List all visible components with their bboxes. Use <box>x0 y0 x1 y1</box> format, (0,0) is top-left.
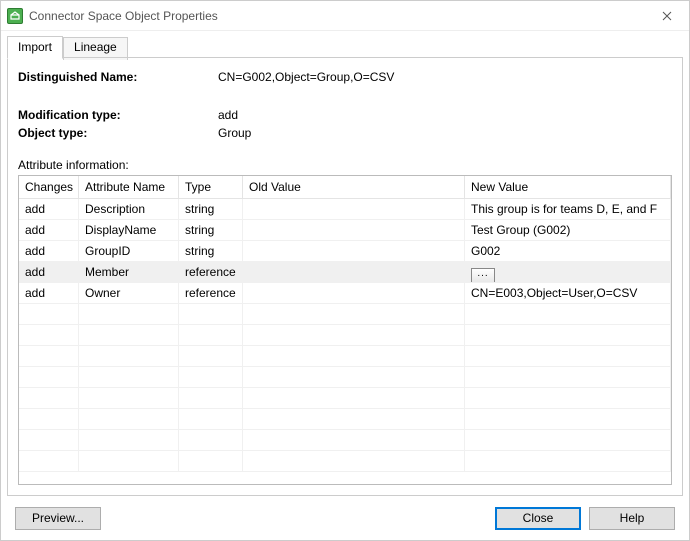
cell-old <box>243 241 465 261</box>
col-changes[interactable]: Changes <box>19 176 79 198</box>
col-oldvalue[interactable]: Old Value <box>243 176 465 198</box>
col-type[interactable]: Type <box>179 176 243 198</box>
cell-name: Owner <box>79 283 179 303</box>
app-icon <box>7 8 23 24</box>
tabstrip: Import Lineage <box>7 35 683 58</box>
cell-type: string <box>179 241 243 261</box>
objtype-row: Object type: Group <box>18 126 672 140</box>
button-bar: Preview... Close Help <box>1 502 689 540</box>
close-icon[interactable] <box>644 1 689 30</box>
tab-import-label: Import <box>18 40 52 54</box>
tab-lineage[interactable]: Lineage <box>63 37 128 60</box>
cell-changes: add <box>19 283 79 303</box>
cell-new: G002 <box>465 241 671 261</box>
cell-name: Member <box>79 262 179 282</box>
modtype-row: Modification type: add <box>18 108 672 122</box>
table-row[interactable]: addDisplayNamestring Test Group (G002) <box>19 220 671 241</box>
table-row-empty <box>19 304 671 325</box>
cell-type: string <box>179 199 243 219</box>
close-button[interactable]: Close <box>495 507 581 530</box>
modtype-value: add <box>218 108 672 122</box>
cell-new: ... <box>465 262 671 282</box>
cell-changes: add <box>19 220 79 240</box>
table-header-row: Changes Attribute Name Type Old Value Ne… <box>19 176 671 199</box>
table-row[interactable]: addOwnerreference CN=E003,Object=User,O=C… <box>19 283 671 304</box>
cell-name: DisplayName <box>79 220 179 240</box>
table-row-empty <box>19 451 671 472</box>
table-row[interactable]: addMemberreference... <box>19 262 671 283</box>
tab-lineage-label: Lineage <box>74 40 117 54</box>
cell-new: This group is for teams D, E, and F <box>465 199 671 219</box>
table-row[interactable]: addDescriptionstring This group is for te… <box>19 199 671 220</box>
cell-changes: add <box>19 199 79 219</box>
window-title: Connector Space Object Properties <box>29 9 644 23</box>
tab-content: Distinguished Name: CN=G002,Object=Group… <box>7 58 683 496</box>
cell-old <box>243 283 465 303</box>
table-row[interactable]: addGroupIDstring G002 <box>19 241 671 262</box>
ellipsis-button[interactable]: ... <box>471 268 495 282</box>
dn-value: CN=G002,Object=Group,O=CSV <box>218 70 672 84</box>
objtype-label: Object type: <box>18 126 218 140</box>
cell-new: CN=E003,Object=User,O=CSV <box>465 283 671 303</box>
tab-import[interactable]: Import <box>7 36 63 59</box>
cell-type: reference <box>179 262 243 282</box>
modtype-label: Modification type: <box>18 108 218 122</box>
table-row-empty <box>19 388 671 409</box>
cell-name: GroupID <box>79 241 179 261</box>
table-row-empty <box>19 346 671 367</box>
help-button[interactable]: Help <box>589 507 675 530</box>
cell-type: reference <box>179 283 243 303</box>
attribute-table: Changes Attribute Name Type Old Value Ne… <box>18 175 672 485</box>
cell-new: Test Group (G002) <box>465 220 671 240</box>
cell-changes: add <box>19 241 79 261</box>
table-row-empty <box>19 325 671 346</box>
cell-old <box>243 262 465 282</box>
attr-info-label: Attribute information: <box>18 158 672 172</box>
cell-type: string <box>179 220 243 240</box>
cell-old <box>243 220 465 240</box>
cell-changes: add <box>19 262 79 282</box>
col-newvalue[interactable]: New Value <box>465 176 671 198</box>
objtype-value: Group <box>218 126 672 140</box>
table-row-empty <box>19 430 671 451</box>
table-body: addDescriptionstringThis group is for te… <box>19 199 671 484</box>
table-row-empty <box>19 367 671 388</box>
dn-row: Distinguished Name: CN=G002,Object=Group… <box>18 70 672 84</box>
title-bar: Connector Space Object Properties <box>1 1 689 31</box>
dn-label: Distinguished Name: <box>18 70 218 84</box>
cell-old <box>243 199 465 219</box>
preview-button[interactable]: Preview... <box>15 507 101 530</box>
cell-name: Description <box>79 199 179 219</box>
col-attrname[interactable]: Attribute Name <box>79 176 179 198</box>
table-row-empty <box>19 409 671 430</box>
